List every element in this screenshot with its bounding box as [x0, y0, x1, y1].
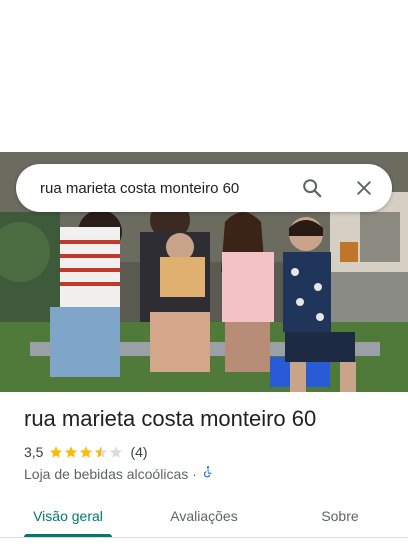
search-bar[interactable]: rua marieta costa monteiro 60 [16, 164, 392, 212]
map-area-blank [0, 0, 408, 152]
rating-value: 3,5 [24, 444, 44, 460]
separator-dot: · [192, 465, 197, 482]
search-icon[interactable] [292, 168, 332, 208]
tab-overview[interactable]: Visão geral [0, 495, 136, 537]
rating-stars [49, 445, 124, 459]
place-category: Loja de bebidas alcoólicas [24, 465, 189, 482]
close-icon[interactable] [344, 168, 384, 208]
star-half-icon [95, 446, 108, 458]
wheelchair-icon [201, 465, 215, 482]
star-full-icon [65, 446, 78, 458]
star-full-icon [80, 446, 93, 458]
star-empty-icon [110, 446, 123, 458]
review-count[interactable]: (4) [130, 444, 147, 460]
category-row: Loja de bebidas alcoólicas · [24, 465, 215, 482]
place-title: rua marieta costa monteiro 60 [24, 406, 317, 431]
star-full-icon [50, 446, 63, 458]
tab-divider [0, 537, 408, 538]
rating-row[interactable]: 3,5 (4) [24, 444, 148, 460]
tab-reviews[interactable]: Avaliações [136, 495, 272, 537]
search-input[interactable]: rua marieta costa monteiro 60 [40, 180, 292, 197]
tab-bar: Visão geral Avaliações Sobre [0, 495, 408, 537]
tab-about[interactable]: Sobre [272, 495, 408, 537]
